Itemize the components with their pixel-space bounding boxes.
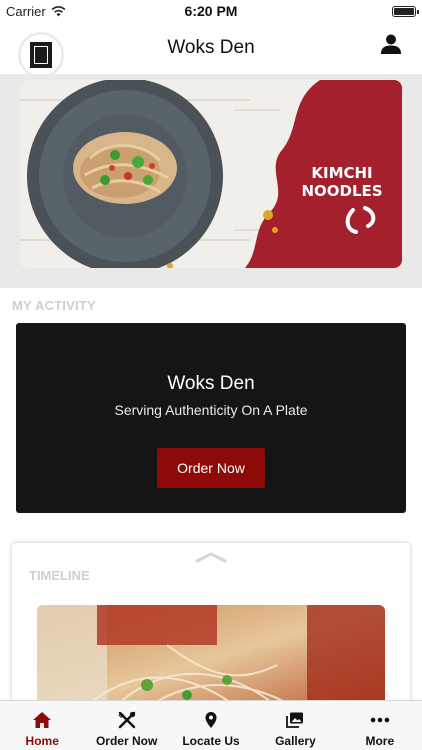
order-now-button[interactable]: Order Now [157, 448, 265, 488]
more-dots-icon [370, 717, 390, 723]
page-title: Woks Den [167, 37, 255, 58]
card-tagline: Serving Authenticity On A Plate [114, 402, 308, 418]
logo-mark-icon [30, 42, 52, 68]
tab-label-order-now: Order Now [95, 734, 158, 748]
chevron-up-icon[interactable] [195, 551, 227, 563]
tab-label-locate-us: Locate Us [182, 734, 240, 748]
hero-section: KIMCHI NOODLES [0, 74, 422, 288]
banner-text-line1: KIMCHI [311, 164, 372, 182]
my-activity-label: MY ACTIVITY [12, 298, 96, 313]
carrier-label: Carrier [6, 3, 46, 19]
tab-home[interactable]: Home [0, 701, 84, 750]
status-left: Carrier [6, 4, 66, 19]
restaurant-logo[interactable] [20, 34, 62, 76]
hero-banner[interactable]: KIMCHI NOODLES [20, 80, 402, 268]
banner-text-line2: NOODLES [301, 182, 382, 200]
battery-icon [392, 5, 419, 17]
location-pin-icon [205, 712, 217, 728]
wifi-icon [51, 5, 66, 16]
tab-order-now[interactable]: Order Now [84, 701, 168, 750]
tab-label-home: Home [25, 734, 59, 748]
gallery-icon [286, 712, 304, 728]
home-icon [33, 712, 52, 728]
tab-more[interactable]: More [338, 701, 422, 750]
card-title: Woks Den [167, 373, 255, 394]
timeline-card[interactable]: TIMELINE [12, 543, 410, 713]
status-bar: Carrier 6:20 PM [0, 0, 422, 22]
tab-bar: Home Order Now Locate Us Gallery More [0, 700, 422, 750]
tab-label-gallery: Gallery [275, 734, 316, 748]
timeline-label: TIMELINE [29, 568, 90, 583]
tab-locate-us[interactable]: Locate Us [169, 701, 253, 750]
timeline-image[interactable] [37, 605, 385, 713]
profile-icon[interactable] [380, 33, 402, 55]
hero-banner-image: KIMCHI NOODLES [20, 80, 402, 268]
utensils-icon [118, 711, 135, 729]
tab-label-more: More [365, 734, 395, 748]
activity-card: Woks Den Serving Authenticity On A Plate… [16, 323, 406, 513]
app-header: Woks Den [0, 22, 422, 76]
tab-gallery[interactable]: Gallery [253, 701, 337, 750]
